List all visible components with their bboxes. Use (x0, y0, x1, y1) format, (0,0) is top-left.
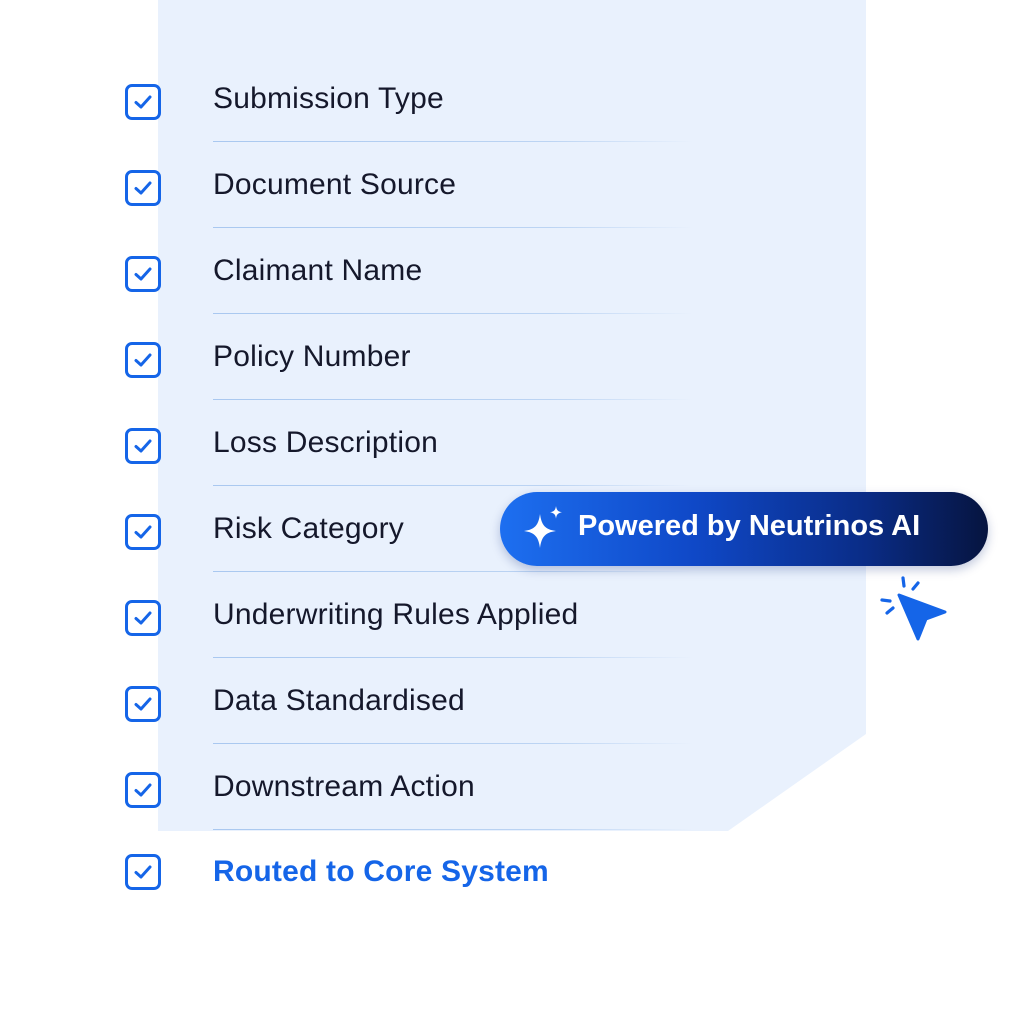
checklist-item[interactable]: Data Standardised (0, 658, 1024, 744)
checklist-item-label: Loss Description (213, 426, 438, 459)
sparkle-icon (518, 504, 568, 559)
checklist-item[interactable]: Claimant Name (0, 228, 1024, 314)
checklist-item[interactable]: Submission Type (0, 56, 1024, 142)
checklist-card: Submission Type Document Source Claimant… (0, 0, 1024, 1024)
checklist-item-label: Downstream Action (213, 770, 475, 803)
checkbox-checked-icon[interactable] (125, 514, 161, 550)
powered-by-badge[interactable]: Powered by Neutrinos AI (500, 492, 988, 566)
checklist-item-label: Underwriting Rules Applied (213, 598, 579, 631)
checkbox-checked-icon[interactable] (125, 170, 161, 206)
checklist-item-label: Document Source (213, 168, 457, 201)
checkbox-checked-icon[interactable] (125, 84, 161, 120)
checklist-item[interactable]: Policy Number (0, 314, 1024, 400)
checklist-item-label: Risk Category (213, 512, 404, 545)
checklist-item-final[interactable]: Routed to Core System (0, 830, 1024, 916)
checklist-item-label: Policy Number (213, 340, 411, 373)
checklist-item[interactable]: Loss Description (0, 400, 1024, 486)
checkbox-checked-icon[interactable] (125, 854, 161, 890)
click-cursor-icon (878, 574, 950, 651)
checklist-item[interactable]: Underwriting Rules Applied (0, 572, 1024, 658)
checkbox-checked-icon[interactable] (125, 772, 161, 808)
checklist-item-label: Data Standardised (213, 684, 465, 717)
checklist-item[interactable]: Downstream Action (0, 744, 1024, 830)
checkbox-checked-icon[interactable] (125, 600, 161, 636)
checklist-item-label: Claimant Name (213, 254, 423, 287)
checklist-item-label: Routed to Core System (213, 855, 549, 888)
checkbox-checked-icon[interactable] (125, 342, 161, 378)
checklist-item-label: Submission Type (213, 82, 444, 115)
checklist-item[interactable]: Document Source (0, 142, 1024, 228)
checkbox-checked-icon[interactable] (125, 428, 161, 464)
badge-label: Powered by Neutrinos AI (578, 510, 921, 542)
checkbox-checked-icon[interactable] (125, 686, 161, 722)
checkbox-checked-icon[interactable] (125, 256, 161, 292)
